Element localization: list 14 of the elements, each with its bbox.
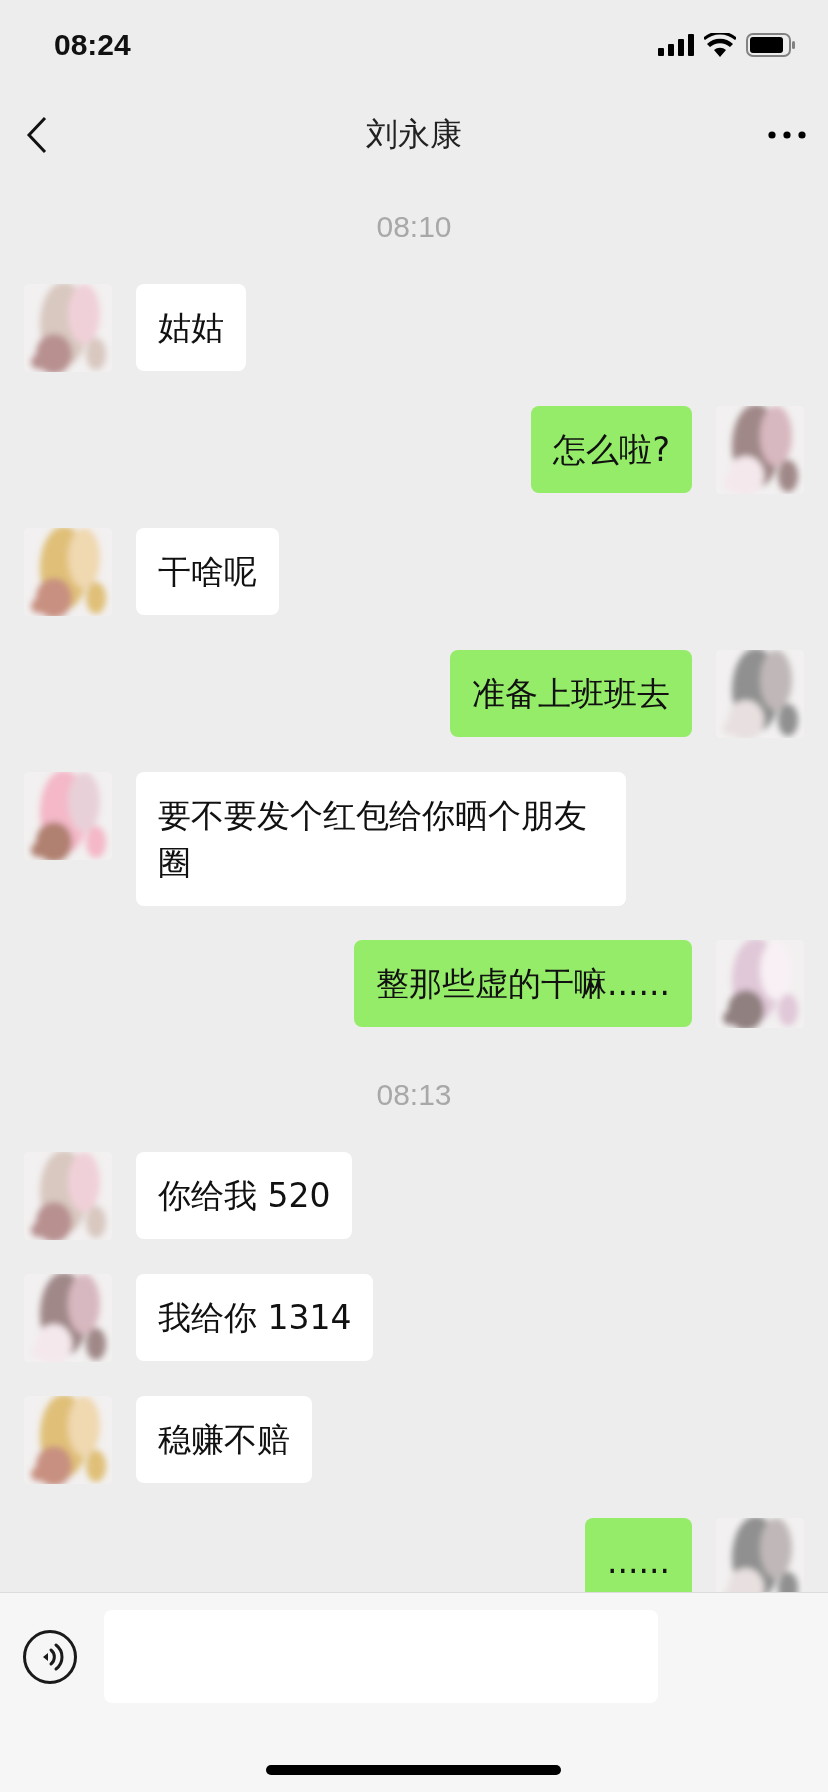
message-bubble: 我给你 1314 xyxy=(136,1274,374,1361)
message-bubble: 你给我 520 xyxy=(136,1152,353,1239)
message-bubble: 干啥呢 xyxy=(136,528,279,615)
message-bubble: 姑姑 xyxy=(136,284,246,371)
message-bubble: 稳赚不赔 xyxy=(136,1396,312,1483)
message-bubble: 要不要发个红包给你晒个朋友圈 xyxy=(136,772,626,906)
message-bubble: ...... xyxy=(585,1518,692,1592)
chat-title: 刘永康 xyxy=(366,115,462,153)
message-bubble: 怎么啦? xyxy=(531,406,692,493)
message-bubble: 整那些虚的干嘛...... xyxy=(354,940,692,1027)
timestamp: 08:10 xyxy=(376,210,452,244)
message-bubble: 准备上班班去 xyxy=(450,650,692,737)
status-time: 08:24 xyxy=(54,28,131,62)
timestamp: 08:13 xyxy=(376,1078,452,1112)
